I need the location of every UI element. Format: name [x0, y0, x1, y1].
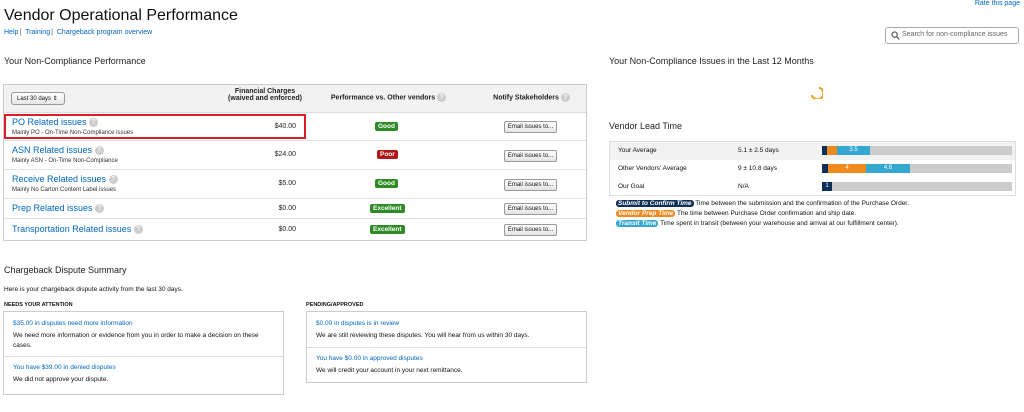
pending-heading: PENDING/APPROVED: [306, 302, 364, 308]
period-select[interactable]: Last 30 days ⇕: [11, 92, 65, 105]
dispute-item: $35.00 in disputes need more information…: [4, 312, 283, 357]
lead-bar-segment: 4.6: [866, 164, 910, 173]
row-name-link[interactable]: Receive Related issues ?: [12, 174, 118, 185]
lead-row: Your Average 5.1 ± 2.5 days 3.5: [610, 142, 1015, 160]
row-amount: $0.00: [278, 226, 296, 233]
last12-section-title: Your Non-Compliance Issues in the Last 1…: [609, 56, 814, 66]
rating-badge: Poor: [377, 150, 398, 159]
chargeback-overview-link[interactable]: Chargeback program overview: [57, 29, 152, 36]
dispute-text: We need more information or evidence fro…: [13, 332, 259, 349]
lead-bar: 1: [822, 182, 1012, 191]
row-name-link[interactable]: ASN Related issues ?: [12, 145, 104, 156]
help-icon[interactable]: ?: [95, 204, 105, 214]
row-name-link[interactable]: Prep Related issues ?: [12, 203, 105, 214]
legend-tag: Transit Time: [616, 220, 659, 227]
dispute-section-title: Chargeback Dispute Summary: [4, 265, 127, 275]
row-subtitle: Mainly No Carton Content Label issues: [12, 187, 117, 193]
help-icon[interactable]: ?: [94, 146, 104, 156]
lead-row-value: 9 ± 10.8 days: [738, 165, 777, 172]
lead-time-table: Your Average 5.1 ± 2.5 days 3.5 Other Ve…: [609, 141, 1016, 196]
email-issues-button[interactable]: Email issues to...: [504, 121, 557, 133]
lead-row: Our Goal N/A 1: [610, 178, 1015, 196]
help-link[interactable]: Help: [4, 29, 18, 36]
legend-tag: Vendor Prep Time: [616, 210, 676, 217]
charges-column-header: Financial Charges (waived and enforced): [228, 88, 302, 102]
legend-text: Time between the submission and the conf…: [695, 200, 909, 207]
attention-panel: $35.00 in disputes need more information…: [3, 311, 284, 395]
lead-bar-segment: [827, 146, 837, 155]
legend-item: Transit Time Time spent in transit (betw…: [616, 220, 899, 227]
highlight-box: [4, 114, 306, 139]
legend-item: Vendor Prep Time The time between Purcha…: [616, 210, 856, 217]
dispute-text: We are still reviewing these disputes. Y…: [316, 332, 530, 339]
rating-badge: Good: [375, 122, 398, 131]
search-input[interactable]: Search for non-compliance issues: [885, 27, 1019, 44]
rating-badge: Excellent: [370, 225, 405, 234]
help-icon[interactable]: ?: [560, 93, 570, 102]
loading-spinner-icon: [810, 86, 823, 99]
lead-row-value: 5.1 ± 2.5 days: [738, 147, 779, 154]
email-issues-button[interactable]: Email issues to...: [504, 179, 557, 191]
rating-badge: Good: [375, 179, 398, 188]
legend-text: Time spent in transit (between your ware…: [660, 220, 899, 227]
lead-time-title: Vendor Lead Time: [609, 121, 683, 131]
rating-badge: Excellent: [370, 204, 405, 213]
table-row: Transportation Related issues ? $0.00 Ex…: [4, 219, 586, 240]
training-link[interactable]: Training: [25, 29, 50, 36]
lead-bar-segment: 3.5: [837, 146, 870, 155]
dispute-intro: Here is your chargeback dispute activity…: [4, 286, 183, 293]
lead-row-label: Other Vendors' Average: [618, 165, 687, 172]
email-issues-button[interactable]: Email issues to...: [504, 224, 557, 236]
table-row: ASN Related issues ? Mainly ASN - On-Tim…: [4, 141, 586, 170]
performance-table: Last 30 days ⇕ Financial Charges (waived…: [3, 84, 587, 241]
row-amount: $5.00: [278, 180, 296, 187]
search-placeholder: Search for non-compliance issues: [902, 31, 1008, 38]
dispute-link[interactable]: You have $0.00 in approved disputes: [316, 355, 423, 362]
lead-row-value: N/A: [738, 183, 749, 190]
performance-section-title: Your Non-Compliance Performance: [4, 56, 146, 66]
performance-table-header: Last 30 days ⇕ Financial Charges (waived…: [4, 85, 586, 113]
email-issues-button[interactable]: Email issues to...: [504, 203, 557, 215]
row-subtitle: Mainly ASN - On-Time Non-Compliance: [12, 158, 118, 164]
table-row: Receive Related issues ? Mainly No Carto…: [4, 170, 586, 199]
help-icon[interactable]: ?: [108, 175, 118, 185]
row-amount: $24.00: [274, 151, 296, 158]
help-icon[interactable]: ?: [133, 225, 143, 235]
legend-tag: Submit to Confirm Time: [616, 200, 694, 207]
table-row: Prep Related issues ? $0.00 Excellent Em…: [4, 199, 586, 219]
legend-text: The time between Purchase Order confirma…: [676, 210, 857, 217]
dispute-item: $0.00 in disputes is in review We are st…: [307, 312, 586, 348]
help-links: Help| Training| Chargeback program overv…: [4, 29, 153, 36]
help-icon[interactable]: ?: [437, 93, 447, 102]
lead-bar: 4 4.6: [822, 164, 1012, 173]
lead-row: Other Vendors' Average 9 ± 10.8 days 4 4.…: [610, 160, 1015, 178]
legend-item: Submit to Confirm Time Time between the …: [616, 200, 909, 207]
page-title: Vendor Operational Performance: [4, 7, 238, 24]
email-issues-button[interactable]: Email issues to...: [504, 150, 557, 162]
dispute-link[interactable]: $35.00 in disputes need more information: [13, 320, 133, 327]
lead-bar: 3.5: [822, 146, 1012, 155]
dispute-text: We did not approve your dispute.: [13, 376, 109, 383]
perf-column-header: Performance vs. Other vendors ?: [326, 93, 451, 102]
updown-icon: ⇕: [52, 96, 58, 102]
attention-heading: NEEDS YOUR ATTENTION: [4, 302, 73, 308]
dispute-link[interactable]: $0.00 in disputes is in review: [316, 320, 399, 327]
search-icon: [891, 31, 900, 40]
row-amount: $0.00: [278, 205, 296, 212]
lead-bar-segment: 1: [822, 182, 832, 191]
rate-this-page-link[interactable]: Rate this page: [975, 0, 1020, 7]
lead-row-label: Your Average: [618, 147, 657, 154]
dispute-link[interactable]: You have $39.00 in denied disputes: [13, 364, 116, 371]
lead-bar-segment: 4: [828, 164, 866, 173]
notify-column-header: Notify Stakeholders ?: [484, 93, 579, 102]
lead-row-label: Our Goal: [618, 183, 645, 190]
row-name-link[interactable]: Transportation Related issues ?: [12, 224, 143, 235]
pending-panel: $0.00 in disputes is in review We are st…: [306, 311, 587, 383]
dispute-text: We will credit your account in your next…: [316, 367, 463, 374]
